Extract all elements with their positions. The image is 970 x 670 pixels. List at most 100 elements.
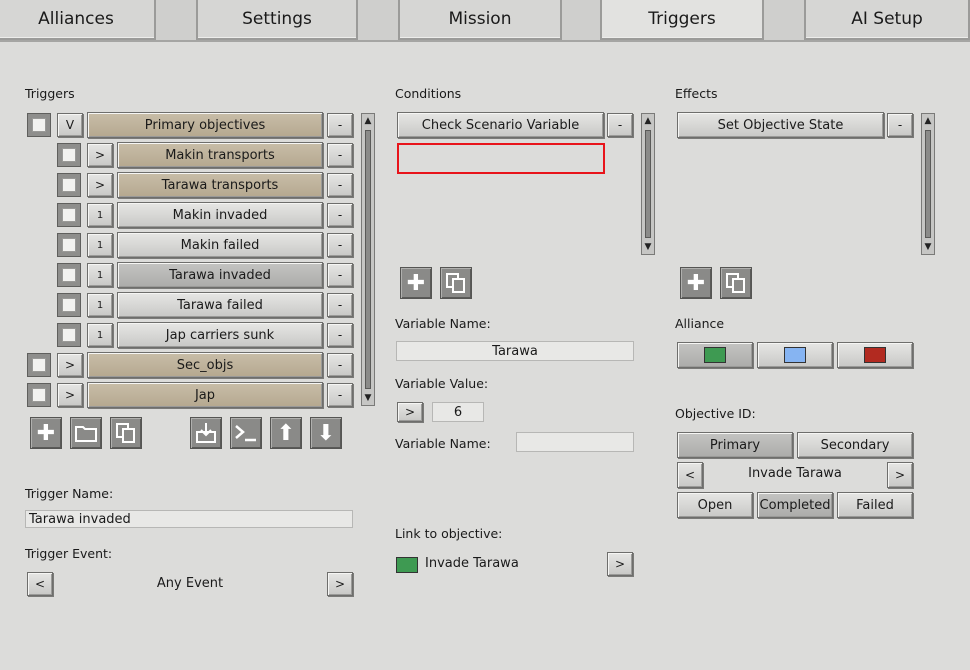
trigger-event-next-button[interactable]: > (327, 572, 353, 596)
scroll-up-icon[interactable]: ▲ (642, 114, 654, 128)
add-condition-button[interactable]: ✚ (400, 267, 432, 299)
trigger-checkbox[interactable] (57, 293, 81, 317)
add-folder-button[interactable] (70, 417, 102, 449)
scroll-down-icon[interactable]: ▼ (642, 240, 654, 254)
state-completed-button[interactable]: Completed (757, 492, 833, 518)
trigger-expander[interactable]: > (57, 383, 83, 407)
trigger-count: 1 (87, 233, 113, 257)
trigger-expander[interactable]: > (57, 353, 83, 377)
link-objective-label: Link to objective: (395, 526, 503, 541)
trigger-item-tarawa-transports[interactable]: Tarawa transports (117, 172, 323, 198)
scroll-track[interactable] (645, 130, 651, 238)
trigger-remove-button[interactable]: - (327, 383, 353, 407)
alliance-color-swatch (784, 347, 806, 363)
copy-trigger-button[interactable] (110, 417, 142, 449)
trigger-event-prev-button[interactable]: < (27, 572, 53, 596)
trigger-remove-button[interactable]: - (327, 173, 353, 197)
scroll-track[interactable] (365, 130, 371, 389)
trigger-checkbox[interactable] (57, 173, 81, 197)
scroll-down-icon[interactable]: ▼ (362, 391, 374, 405)
trigger-checkbox[interactable] (57, 233, 81, 257)
trigger-checkbox[interactable] (27, 113, 51, 137)
trigger-remove-button[interactable]: - (327, 293, 353, 317)
trigger-expander[interactable]: > (87, 173, 113, 197)
objective-next-button[interactable]: > (887, 462, 913, 488)
trigger-remove-button[interactable]: - (327, 203, 353, 227)
effect-item-set-objective-state[interactable]: Set Objective State (677, 112, 884, 138)
trigger-item-makin-failed[interactable]: Makin failed (117, 232, 323, 258)
conditions-scrollbar[interactable]: ▲ ▼ (641, 113, 655, 255)
console-icon (235, 425, 256, 442)
alliance-red-button[interactable] (837, 342, 913, 368)
copy-condition-button[interactable] (440, 267, 472, 299)
alliance-blue-button[interactable] (757, 342, 833, 368)
trigger-remove-button[interactable]: - (327, 143, 353, 167)
trigger-remove-button[interactable]: - (327, 113, 353, 137)
tab-alliances[interactable]: Alliances (0, 0, 156, 40)
trigger-checkbox[interactable] (57, 263, 81, 287)
trigger-remove-button[interactable]: - (327, 233, 353, 257)
trigger-item-makin-transports[interactable]: Makin transports (117, 142, 323, 168)
condition-remove-button[interactable]: - (607, 113, 633, 137)
add-effect-button[interactable]: ✚ (680, 267, 712, 299)
trigger-remove-button[interactable]: - (327, 263, 353, 287)
trigger-expander[interactable]: > (87, 143, 113, 167)
trigger-count: 1 (87, 323, 113, 347)
move-up-button[interactable]: ⬆ (270, 417, 302, 449)
scroll-down-icon[interactable]: ▼ (922, 240, 934, 254)
import-trigger-button[interactable] (190, 417, 222, 449)
trigger-count: 1 (87, 293, 113, 317)
trigger-count: 1 (87, 203, 113, 227)
trigger-item-makin-invaded[interactable]: Makin invaded (117, 202, 323, 228)
condition-item-check-scenario-variable[interactable]: Check Scenario Variable (397, 112, 604, 138)
variable-name2-input[interactable] (516, 432, 634, 452)
variable-value-input[interactable]: 6 (432, 402, 484, 422)
trigger-checkbox[interactable] (57, 203, 81, 227)
objective-prev-button[interactable]: < (677, 462, 703, 488)
trigger-item-jap[interactable]: Jap (87, 382, 323, 408)
trigger-item-primary-objectives[interactable]: Primary objectives (87, 112, 323, 138)
add-trigger-button[interactable]: ✚ (30, 417, 62, 449)
import-icon (196, 423, 216, 443)
tab-mission[interactable]: Mission (398, 0, 562, 40)
effects-scrollbar[interactable]: ▲ ▼ (921, 113, 935, 255)
trigger-item-tarawa-invaded[interactable]: Tarawa invaded (117, 262, 323, 288)
state-open-button[interactable]: Open (677, 492, 753, 518)
condition-highlight-box (397, 143, 605, 174)
triggers-scrollbar[interactable]: ▲ ▼ (361, 113, 375, 406)
trigger-remove-button[interactable]: - (327, 353, 353, 377)
alliance-green-button[interactable] (677, 342, 753, 368)
variable-operator-button[interactable]: > (397, 402, 423, 422)
trigger-checkbox[interactable] (57, 143, 81, 167)
trigger-event-value: Any Event (156, 576, 224, 591)
state-failed-button[interactable]: Failed (837, 492, 913, 518)
trigger-expander[interactable]: V (57, 113, 83, 137)
tab-triggers[interactable]: Triggers (600, 0, 764, 40)
effect-remove-button[interactable]: - (887, 113, 913, 137)
variable-name-input[interactable]: Tarawa (396, 341, 634, 361)
trigger-item-tarawa-failed[interactable]: Tarawa failed (117, 292, 323, 318)
objective-secondary-button[interactable]: Secondary (797, 432, 913, 458)
trigger-checkbox[interactable] (57, 323, 81, 347)
trigger-item-sec-objs[interactable]: Sec_objs (87, 352, 323, 378)
move-down-button[interactable]: ⬇ (310, 417, 342, 449)
scroll-up-icon[interactable]: ▲ (922, 114, 934, 128)
objective-primary-button[interactable]: Primary (677, 432, 793, 458)
variable-value-label: Variable Value: (395, 376, 489, 391)
tab-ai-setup[interactable]: AI Setup (804, 0, 970, 40)
trigger-checkbox[interactable] (27, 353, 51, 377)
console-button[interactable] (230, 417, 262, 449)
trigger-checkbox[interactable] (27, 383, 51, 407)
tab-settings[interactable]: Settings (196, 0, 358, 40)
conditions-heading: Conditions (395, 86, 462, 101)
variable-name-label: Variable Name: (395, 316, 491, 331)
trigger-name-input[interactable]: Tarawa invaded (25, 510, 353, 528)
trigger-item-jap-carriers-sunk[interactable]: Jap carriers sunk (117, 322, 323, 348)
link-objective-color-swatch (396, 557, 418, 573)
alliance-color-swatch (704, 347, 726, 363)
trigger-remove-button[interactable]: - (327, 323, 353, 347)
scroll-track[interactable] (925, 130, 931, 238)
scroll-up-icon[interactable]: ▲ (362, 114, 374, 128)
link-objective-button[interactable]: > (607, 552, 633, 576)
copy-effect-button[interactable] (720, 267, 752, 299)
